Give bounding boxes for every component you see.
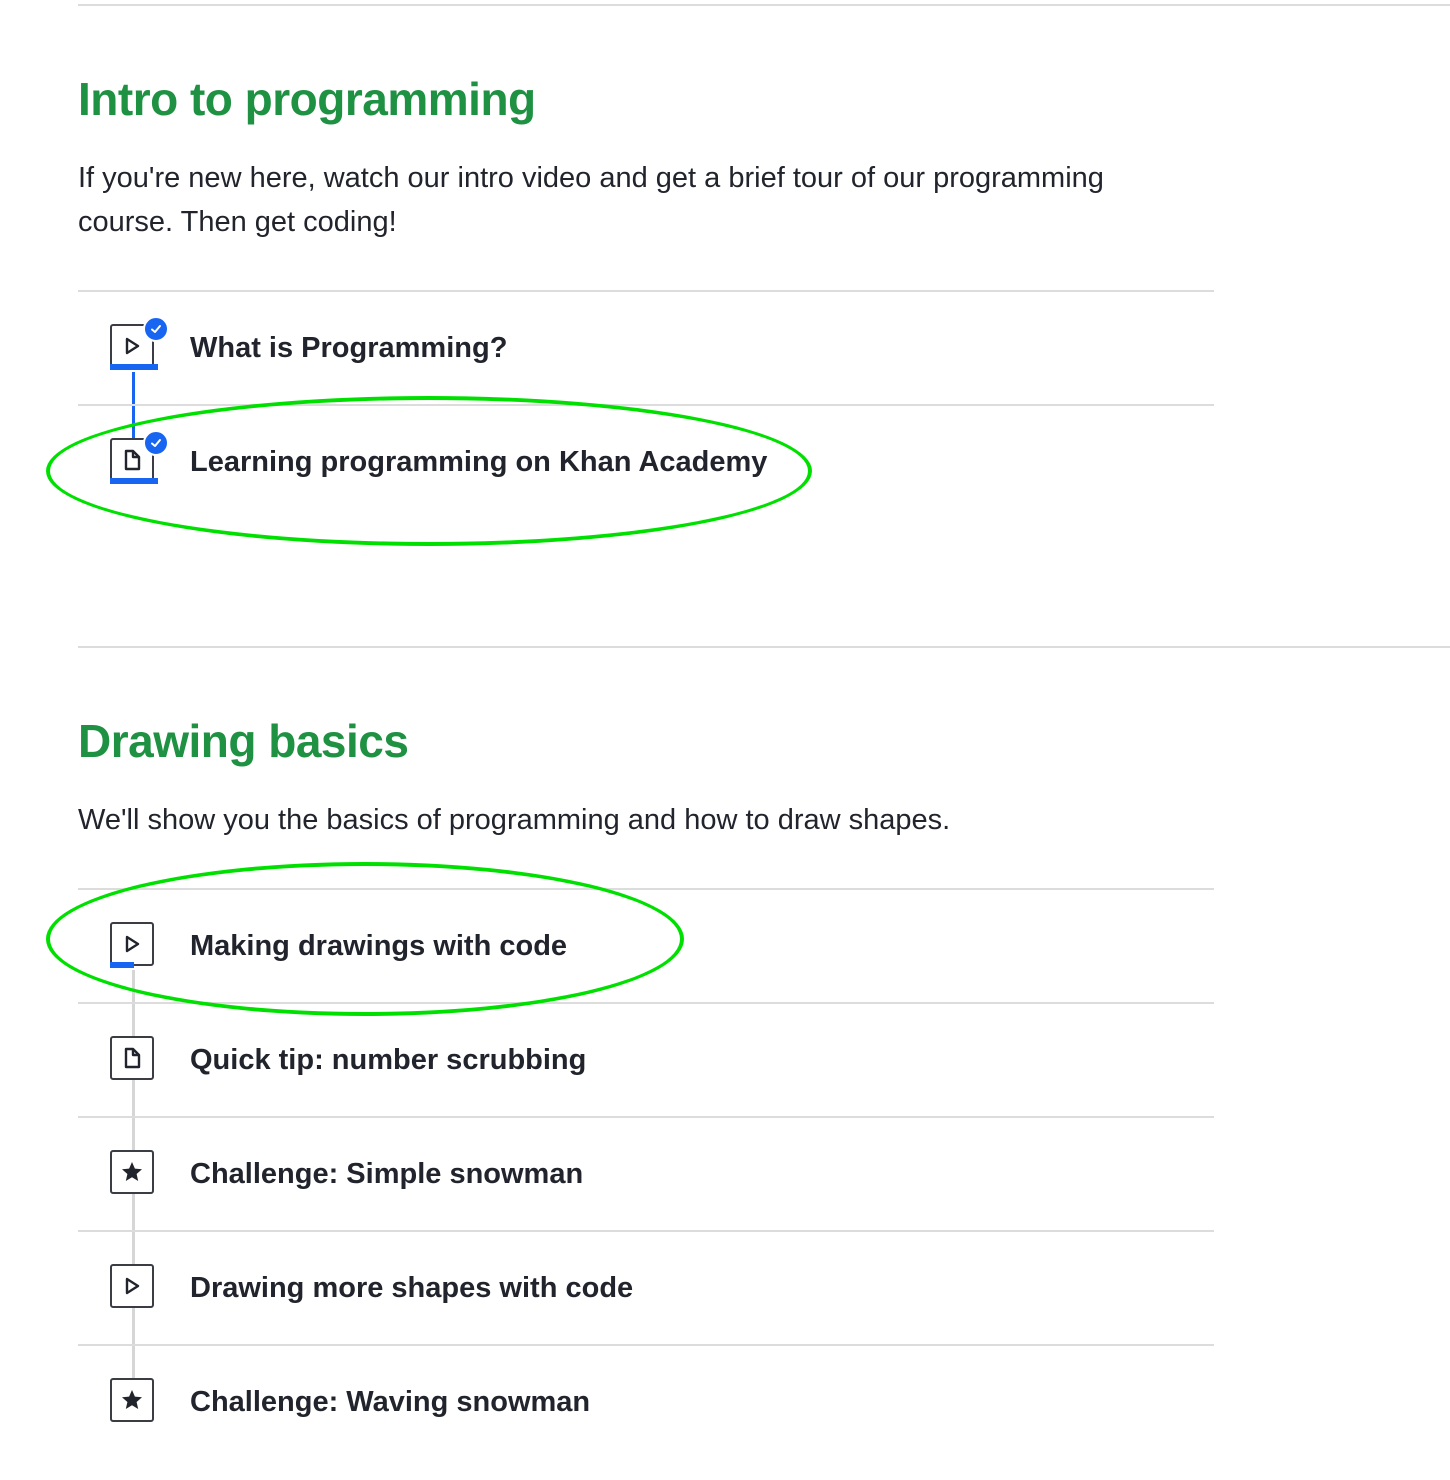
list-item[interactable]: Challenge: Waving snowman — [78, 1344, 1214, 1458]
play-icon[interactable] — [110, 1264, 154, 1308]
list-item[interactable]: Learning programming on Khan Academy — [78, 404, 1214, 518]
item-label[interactable]: Making drawings with code — [190, 888, 567, 1004]
progress-bar — [110, 364, 158, 370]
item-label[interactable]: Drawing more shapes with code — [190, 1230, 633, 1346]
article-icon[interactable] — [110, 1036, 154, 1080]
item-label[interactable]: Quick tip: number scrubbing — [190, 1002, 586, 1118]
checkmark-icon — [143, 430, 169, 456]
section-description: We'll show you the basics of programming… — [78, 804, 951, 836]
list-item[interactable]: Making drawings with code — [78, 888, 1214, 1002]
star-icon[interactable] — [110, 1150, 154, 1194]
list-item[interactable]: What is Programming? — [78, 290, 1214, 404]
top-divider — [78, 4, 1450, 6]
list-item[interactable]: Quick tip: number scrubbing — [78, 1002, 1214, 1116]
section-title: Intro to programming — [78, 73, 536, 125]
checkmark-icon — [143, 316, 169, 342]
list-item[interactable]: Drawing more shapes with code — [78, 1230, 1214, 1344]
progress-bar — [110, 478, 158, 484]
section-description: If you're new here, watch our intro vide… — [78, 162, 1104, 238]
section-divider — [78, 646, 1450, 648]
item-label[interactable]: What is Programming? — [190, 290, 507, 406]
list-item[interactable]: Challenge: Simple snowman — [78, 1116, 1214, 1230]
section-title: Drawing basics — [78, 715, 409, 767]
item-label[interactable]: Learning programming on Khan Academy — [190, 404, 767, 520]
star-icon[interactable] — [110, 1378, 154, 1422]
play-icon[interactable] — [110, 922, 154, 966]
item-label[interactable]: Challenge: Simple snowman — [190, 1116, 583, 1232]
item-label[interactable]: Challenge: Waving snowman — [190, 1344, 590, 1460]
progress-bar — [110, 962, 134, 968]
